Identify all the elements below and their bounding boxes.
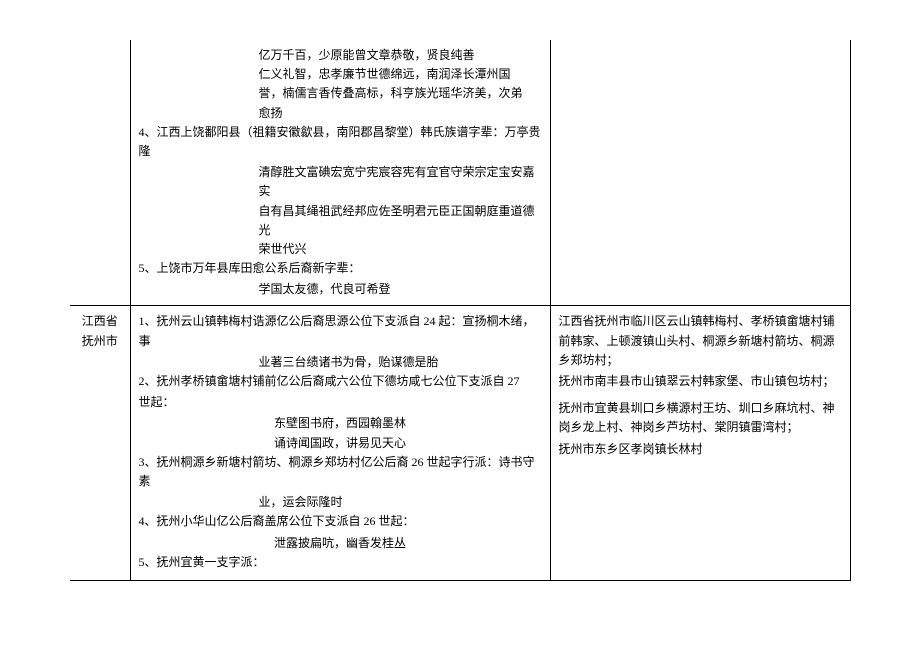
entry-1-line: 业著三台绩诸书为骨，贻谋德是胎 [139, 353, 542, 372]
entry-5-line: 学国太友德，代良可希登 [139, 280, 542, 299]
entry-4-line: 自有昌其绳祖武经邦应佐圣明君元臣正国朝庭重道德光 [139, 202, 542, 240]
row2-right-cell: 江西省抚州市临川区云山镇韩梅村、孝桥镇畲塘村铺前韩家、上顿渡镇山头村、桐源乡新塘… [550, 306, 850, 580]
row1-middle-cell: 亿万千百，少原能曾文章恭敬，贤良纯善 仁义礼智，忠孝廉节世德绵远，南润泽长潭州国… [130, 40, 550, 306]
verse-line: 亿万千百，少原能曾文章恭敬，贤良纯善 [139, 46, 542, 65]
entry-4-center: 泄露披扁吭，幽香发桂丛 [139, 534, 542, 553]
entry-4-head: 4、江西上饶鄱阳县（祖籍安徽歙县，南阳郡昌黎堂）韩氏族谱字辈：万亭贵隆 [139, 123, 542, 161]
row1-right-cell [550, 40, 850, 306]
entry-2-center1: 东壁图书府，西园翰墨林 [139, 414, 542, 433]
entry-4-line: 荣世代兴 [139, 240, 542, 259]
table-row: 亿万千百，少原能曾文章恭敬，贤良纯善 仁义礼智，忠孝廉节世德绵远，南润泽长潭州国… [70, 40, 850, 306]
entry-4-head: 4、抚州小华山亿公后裔盖席公位下支派自 26 世起： [139, 512, 542, 531]
row2-label-cell: 江西省 抚州市 [70, 306, 130, 580]
entry-5-head: 5、抚州宜黄一支字派： [139, 553, 542, 572]
right-p2: 抚州市南丰县市山镇翠云村韩家堡、市山镇包坊村； [559, 372, 842, 391]
verse-line: 誉，楠儒言香传叠高标，科亨族光瑶华济美，次弟 [139, 84, 542, 103]
entry-5-head: 5、上饶市万年县库田愈公系后裔新字辈： [139, 259, 542, 278]
entry-4-line: 清醇胜文富碘宏宽宁宪宸容宪有宜官守荣宗定宝安嘉实 [139, 163, 542, 201]
verse-line: 愈扬 [139, 104, 542, 123]
row2-middle-cell: 1、抚州云山镇韩梅村诰源亿公后裔思源公位下支派自 24 起：宣扬桐木绪，事 业著… [130, 306, 550, 580]
entry-3-line: 业，运会际隆时 [139, 493, 542, 512]
row1-label-cell [70, 40, 130, 306]
right-p3: 抚州市宜黄县圳口乡横源村王坊、圳口乡麻坑村、神岗乡龙上村、神岗乡芦坊村、棠阴镇雷… [559, 399, 842, 437]
entry-2-head2: 世起： [139, 393, 542, 412]
table-row: 江西省 抚州市 1、抚州云山镇韩梅村诰源亿公后裔思源公位下支派自 24 起：宣扬… [70, 306, 850, 580]
entry-1-head: 1、抚州云山镇韩梅村诰源亿公后裔思源公位下支派自 24 起：宣扬桐木绪，事 [139, 312, 542, 350]
region-label-line2: 抚州市 [82, 334, 118, 348]
document-page: 亿万千百，少原能曾文章恭敬，贤良纯善 仁义礼智，忠孝廉节世德绵远，南润泽长潭州国… [0, 0, 920, 651]
genealogy-table: 亿万千百，少原能曾文章恭敬，贤良纯善 仁义礼智，忠孝廉节世德绵远，南润泽长潭州国… [70, 40, 851, 581]
verse-line: 仁义礼智，忠孝廉节世德绵远，南润泽长潭州国 [139, 65, 542, 84]
entry-3-head: 3、抚州桐源乡新塘村箭坊、桐源乡郑坊村亿公后裔 26 世起字行派：诗书守素 [139, 453, 542, 491]
right-p4: 抚州市东乡区孝岗镇长林村 [559, 440, 842, 459]
entry-2-center2: 诵诗闻国政，讲易见天心 [139, 434, 542, 453]
entry-2-head: 2、抚州孝桥镇畲塘村铺前亿公后裔咸六公位下德坊咸七公位下支派自 27 [139, 372, 542, 391]
right-p1: 江西省抚州市临川区云山镇韩梅村、孝桥镇畲塘村铺前韩家、上顿渡镇山头村、桐源乡新塘… [559, 312, 842, 370]
region-label-line1: 江西省 [82, 314, 118, 328]
